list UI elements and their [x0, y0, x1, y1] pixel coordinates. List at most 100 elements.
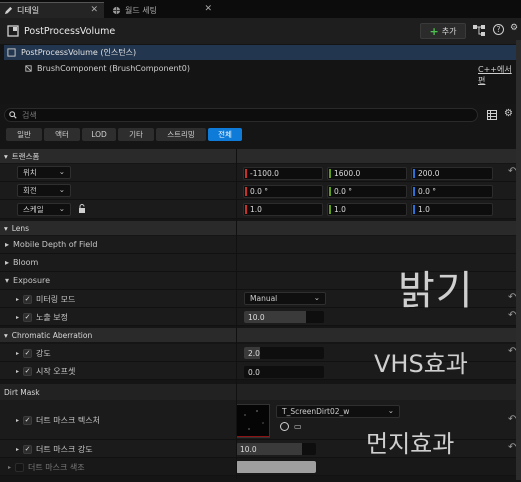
filter-general[interactable]: 일반	[6, 128, 42, 141]
exposure-comp-checkbox[interactable]: ✓	[23, 313, 33, 322]
texture-preview-icon	[237, 410, 269, 437]
exposure-section[interactable]: ▾ Exposure	[5, 276, 50, 285]
category-lens[interactable]: ▾ Lens	[0, 221, 521, 235]
settings-icon[interactable]: ⚙	[510, 23, 518, 33]
chevron-right-icon: ▸	[16, 417, 20, 424]
dirt-mask-label: Dirt Mask	[4, 387, 40, 397]
dirt-texture-thumbnail[interactable]	[236, 404, 270, 438]
blueprint-icon[interactable]	[472, 24, 486, 37]
search-field[interactable]: 검색	[4, 108, 478, 122]
bloom-label: Bloom	[13, 258, 39, 267]
scale-x-field[interactable]: 1.0	[243, 203, 323, 216]
filter-streaming[interactable]: 스트리밍	[156, 128, 206, 141]
dirt-texture-property: ▸ ✓ 더트 마스크 텍스처	[16, 415, 100, 426]
dirt-intensity-label: 더트 마스크 강도	[36, 445, 93, 454]
bloom-section[interactable]: ▸ Bloom	[5, 258, 38, 267]
category-transform[interactable]: ▾ 트랜스폼	[0, 149, 521, 163]
ca-intensity-checkbox[interactable]: ✓	[23, 349, 33, 358]
chevron-right-icon: ▸	[5, 240, 10, 249]
rotation-x-field[interactable]: 0.0 °	[243, 185, 323, 198]
scale-dropdown[interactable]: 스케일 ⌄	[17, 203, 71, 216]
add-component-button[interactable]: + 추가	[420, 23, 466, 39]
chevron-down-icon: ⌄	[58, 167, 65, 176]
location-label: 위치	[23, 168, 37, 177]
chevron-right-icon: ▸	[16, 350, 20, 357]
component-child-item[interactable]: BrushComponent (BrushComponent0)	[24, 64, 190, 73]
dirt-texture-checkbox[interactable]: ✓	[23, 416, 33, 425]
annotation-dust: 먼지효과	[366, 430, 455, 458]
browse-folder-icon[interactable]: ▭	[294, 422, 302, 431]
dirt-tint-property: ▸ 더트 마스크 색조	[8, 462, 85, 473]
metering-property: ▸ ✓ 미터링 모드	[16, 294, 75, 305]
dirt-texture-dropdown[interactable]: T_ScreenDirt02_w ⌄	[276, 405, 400, 418]
add-label: 추가	[441, 26, 457, 36]
chevron-right-icon: ▸	[16, 314, 20, 321]
exposure-comp-label: 노출 보정	[36, 313, 68, 322]
location-z-field[interactable]: 200.0	[411, 167, 493, 180]
scale-y-field[interactable]: 1.0	[327, 203, 407, 216]
component-root-label: PostProcessVolume (인스턴스)	[21, 48, 137, 57]
cpp-edit-link[interactable]: C++에서 편	[478, 64, 521, 86]
pencil-icon	[4, 6, 13, 15]
column-splitter[interactable]	[236, 149, 237, 479]
tab-world-settings-label: 월드 세팅	[125, 5, 157, 15]
chevron-right-icon: ▸	[5, 258, 10, 267]
brush-icon	[25, 65, 32, 72]
ca-start-value: 0.0	[248, 367, 260, 377]
search-placeholder: 검색	[22, 110, 37, 120]
scrollbar[interactable]	[516, 40, 521, 480]
metering-mode-dropdown[interactable]: Manual ⌄	[244, 292, 326, 305]
location-dropdown[interactable]: 위치 ⌄	[17, 166, 71, 179]
exposure-comp-field[interactable]: 10.0	[244, 311, 324, 323]
tab-details[interactable]: 디테일 ✕	[0, 2, 104, 18]
ca-intensity-value: 2.0	[248, 348, 260, 358]
actor-icon	[7, 25, 19, 37]
filter-actor[interactable]: 액터	[44, 128, 80, 141]
ca-start-field[interactable]: 0.0	[244, 366, 324, 378]
category-dirt-mask[interactable]: Dirt Mask	[0, 384, 521, 400]
close-icon[interactable]: ✕	[90, 5, 98, 15]
ca-start-property: ▸ ✓ 시작 오프셋	[16, 366, 75, 377]
filter-all[interactable]: 전체	[208, 128, 242, 141]
filter-lod[interactable]: LOD	[82, 128, 116, 141]
ca-start-checkbox[interactable]: ✓	[23, 367, 33, 376]
chevron-right-icon: ▸	[16, 446, 20, 453]
chevron-down-icon: ▾	[4, 330, 8, 340]
chevron-down-icon: ▾	[4, 151, 8, 161]
dirt-intensity-value: 10.0	[240, 444, 257, 454]
ca-intensity-field[interactable]: 2.0	[244, 347, 324, 359]
filter-misc[interactable]: 기타	[118, 128, 154, 141]
dirt-tint-color-swatch[interactable]	[236, 461, 316, 473]
plus-icon: +	[429, 24, 439, 38]
component-root-item[interactable]: PostProcessVolume (인스턴스)	[4, 45, 516, 60]
dirt-tint-label: 더트 마스크 색조	[28, 463, 85, 472]
exposure-comp-property: ▸ ✓ 노출 보정	[16, 312, 68, 323]
dirt-tint-checkbox[interactable]	[15, 463, 25, 472]
ca-start-label: 시작 오프셋	[36, 367, 76, 376]
rotation-y-field[interactable]: 0.0 °	[327, 185, 407, 198]
close-icon[interactable]: ✕	[204, 4, 212, 14]
rotation-z-field[interactable]: 0.0 °	[411, 185, 493, 198]
chevron-right-icon: ▸	[8, 464, 12, 471]
use-selected-icon[interactable]	[280, 422, 289, 431]
dirt-intensity-checkbox[interactable]: ✓	[23, 445, 33, 454]
metering-checkbox[interactable]: ✓	[23, 295, 33, 304]
chevron-down-icon: ▾	[4, 223, 8, 233]
rotation-dropdown[interactable]: 회전 ⌄	[17, 184, 71, 197]
mobile-dof-section[interactable]: ▸ Mobile Depth of Field	[5, 240, 97, 249]
exposure-comp-value: 10.0	[248, 312, 265, 322]
chevron-right-icon: ▸	[16, 368, 20, 375]
location-y-field[interactable]: 1600.0	[327, 167, 407, 180]
actor-title: PostProcessVolume	[24, 26, 116, 37]
scale-label: 스케일	[23, 205, 44, 214]
scale-z-field[interactable]: 1.0	[411, 203, 493, 216]
tab-world-settings[interactable]: 월드 세팅 ✕	[108, 2, 218, 18]
settings-icon[interactable]: ⚙	[504, 108, 513, 119]
tab-details-label: 디테일	[17, 6, 40, 15]
category-chromatic-aberration[interactable]: ▾ Chromatic Aberration	[0, 328, 521, 342]
location-x-field[interactable]: -1100.0	[243, 167, 323, 180]
dirt-intensity-field[interactable]: 10.0	[236, 443, 316, 455]
lock-icon[interactable]	[78, 204, 86, 214]
help-icon[interactable]: ?	[493, 24, 504, 35]
table-view-icon[interactable]	[487, 110, 497, 120]
